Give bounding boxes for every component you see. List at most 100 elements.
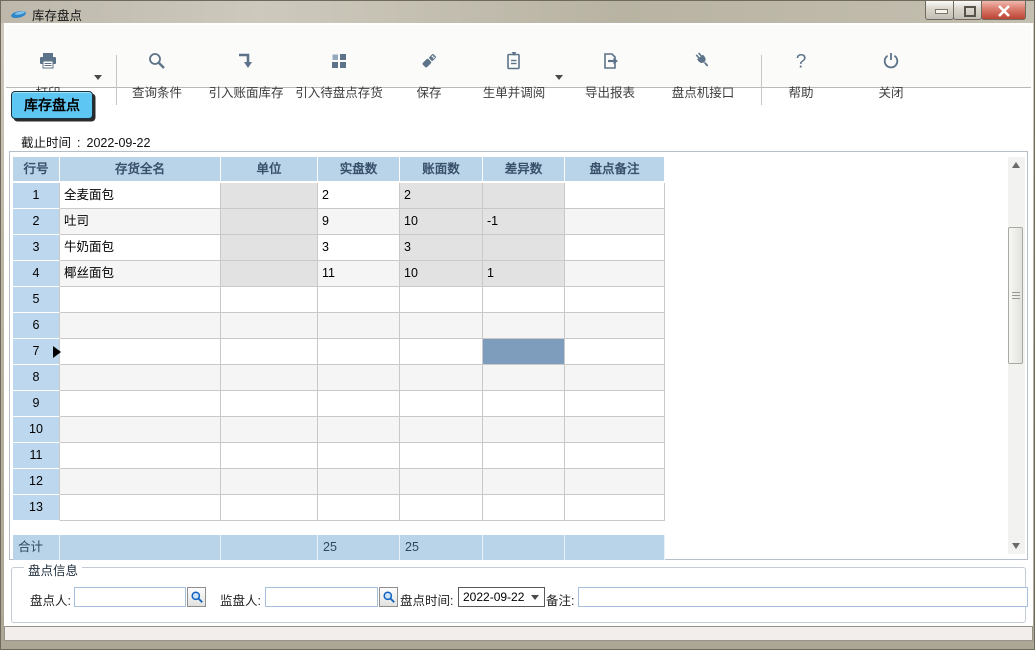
grid-cell-book[interactable] (400, 469, 483, 495)
grid-cell-name[interactable] (60, 339, 221, 365)
grid-cell-actual[interactable]: 9 (318, 209, 400, 235)
row-number-cell[interactable]: 9 (13, 391, 60, 417)
grid-cell-book[interactable] (400, 313, 483, 339)
grid-cell-note[interactable] (565, 417, 665, 443)
row-number-cell[interactable]: 1 (13, 183, 60, 209)
grid-cell-book[interactable]: 10 (400, 209, 483, 235)
grid-cell-unit[interactable] (221, 417, 318, 443)
grid-cell-note[interactable] (565, 183, 665, 209)
counter-lookup-button[interactable] (187, 587, 206, 607)
grid-cell-note[interactable] (565, 391, 665, 417)
grid-cell-diff[interactable] (483, 339, 565, 365)
grid-cell-note[interactable] (565, 287, 665, 313)
grid-cell-diff[interactable] (483, 443, 565, 469)
grid-cell-note[interactable] (565, 209, 665, 235)
grid-cell-name[interactable] (60, 495, 221, 521)
toolbar-generate-button[interactable]: 生单并调阅 (459, 51, 569, 109)
grid-cell-name[interactable] (60, 443, 221, 469)
column-header-note[interactable]: 盘点备注 (565, 157, 665, 183)
grid-cell-unit[interactable] (221, 495, 318, 521)
column-header-diff[interactable]: 差异数 (483, 157, 565, 183)
grid-cell-actual[interactable] (318, 469, 400, 495)
grid-cell-diff[interactable] (483, 417, 565, 443)
grid-cell-unit[interactable] (221, 261, 318, 287)
toolbar-device-button[interactable]: 盘点机接口 (648, 51, 758, 109)
grid-cell-unit[interactable] (221, 469, 318, 495)
grid-cell-actual[interactable] (318, 287, 400, 313)
grid-cell-diff[interactable] (483, 391, 565, 417)
column-header-book[interactable]: 账面数 (400, 157, 483, 183)
grid-cell-name[interactable] (60, 313, 221, 339)
maximize-button[interactable] (953, 1, 982, 20)
toolbar-close-button[interactable]: 关闭 (836, 51, 946, 109)
grid-cell-name[interactable] (60, 469, 221, 495)
grid-cell-book[interactable] (400, 339, 483, 365)
grid-cell-actual[interactable]: 3 (318, 235, 400, 261)
column-header-unit[interactable]: 单位 (221, 157, 318, 183)
grid-cell-note[interactable] (565, 443, 665, 469)
grid-cell-actual[interactable] (318, 417, 400, 443)
grid-cell-diff[interactable] (483, 235, 565, 261)
row-number-cell[interactable]: 10 (13, 417, 60, 443)
row-number-cell[interactable]: 6 (13, 313, 60, 339)
grid-cell-actual[interactable] (318, 365, 400, 391)
grid-cell-name[interactable]: 牛奶面包 (60, 235, 221, 261)
grid-cell-name[interactable]: 吐司 (60, 209, 221, 235)
grid-cell-actual[interactable]: 11 (318, 261, 400, 287)
grid-cell-unit[interactable] (221, 339, 318, 365)
grid-cell-book[interactable] (400, 365, 483, 391)
grid-cell-diff[interactable] (483, 365, 565, 391)
grid-cell-actual[interactable]: 2 (318, 183, 400, 209)
column-header-name[interactable]: 存货全名 (60, 157, 221, 183)
row-number-cell[interactable]: 2 (13, 209, 60, 235)
supervisor-input[interactable] (265, 587, 378, 607)
vertical-scrollbar[interactable] (1008, 157, 1025, 554)
grid-cell-unit[interactable] (221, 443, 318, 469)
row-number-cell[interactable]: 13 (13, 495, 60, 521)
column-header-actual[interactable]: 实盘数 (318, 157, 400, 183)
grid-cell-diff[interactable]: -1 (483, 209, 565, 235)
grid-cell-book[interactable]: 3 (400, 235, 483, 261)
title-bar[interactable]: 库存盘点 (1, 1, 1034, 23)
row-number-cell[interactable]: 11 (13, 443, 60, 469)
chevron-down-icon[interactable] (94, 75, 102, 80)
column-header-no[interactable]: 行号 (13, 157, 60, 183)
row-number-cell[interactable]: 12 (13, 469, 60, 495)
grid-cell-diff[interactable]: 1 (483, 261, 565, 287)
grid-cell-note[interactable] (565, 469, 665, 495)
scroll-down-button[interactable] (1008, 538, 1025, 554)
grid-cell-actual[interactable] (318, 443, 400, 469)
grid-cell-name[interactable] (60, 287, 221, 313)
grid-cell-name[interactable]: 全麦面包 (60, 183, 221, 209)
grid-cell-book[interactable] (400, 287, 483, 313)
row-number-cell[interactable]: 4 (13, 261, 60, 287)
note-input[interactable] (578, 587, 1028, 607)
grid-cell-note[interactable] (565, 339, 665, 365)
supervisor-lookup-button[interactable] (379, 587, 398, 607)
grid-cell-unit[interactable] (221, 235, 318, 261)
grid-cell-name[interactable]: 椰丝面包 (60, 261, 221, 287)
row-number-cell[interactable]: 8 (13, 365, 60, 391)
grid-cell-diff[interactable] (483, 313, 565, 339)
close-window-button[interactable] (981, 1, 1026, 20)
grid-cell-actual[interactable] (318, 391, 400, 417)
grid-cell-diff[interactable] (483, 469, 565, 495)
grid-cell-unit[interactable] (221, 183, 318, 209)
grid-cell-note[interactable] (565, 235, 665, 261)
grid-cell-book[interactable] (400, 391, 483, 417)
row-number-cell[interactable]: 5 (13, 287, 60, 313)
grid-cell-book[interactable] (400, 495, 483, 521)
grid-cell-note[interactable] (565, 261, 665, 287)
tab-inventory-count[interactable]: 库存盘点 (11, 91, 93, 119)
grid-cell-book[interactable] (400, 443, 483, 469)
grid-cell-unit[interactable] (221, 313, 318, 339)
grid-cell-note[interactable] (565, 365, 665, 391)
grid-cell-book[interactable]: 2 (400, 183, 483, 209)
grid-cell-actual[interactable] (318, 495, 400, 521)
datetime-dropdown[interactable]: 2022-09-22 (458, 587, 545, 607)
scrollbar-thumb[interactable] (1008, 227, 1023, 364)
grid-cell-book[interactable]: 10 (400, 261, 483, 287)
grid-cell-note[interactable] (565, 495, 665, 521)
counter-input[interactable] (74, 587, 186, 607)
scroll-up-button[interactable] (1008, 157, 1025, 173)
